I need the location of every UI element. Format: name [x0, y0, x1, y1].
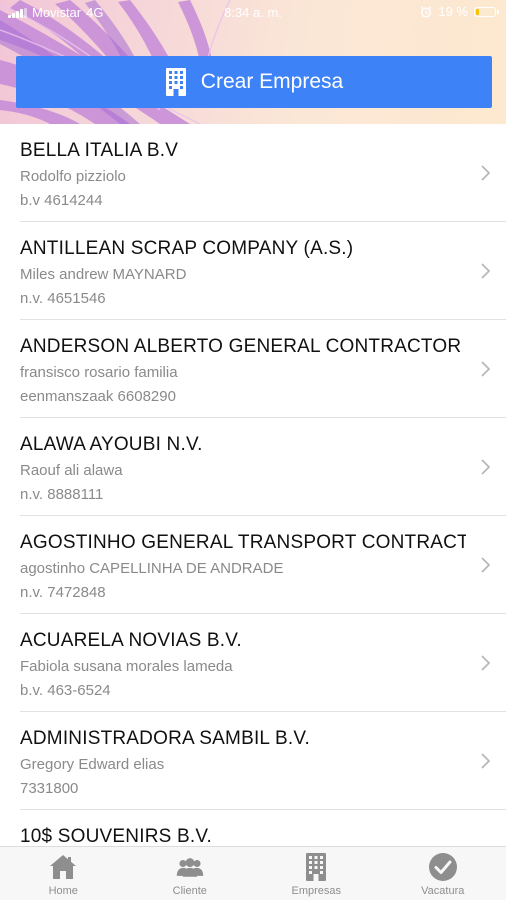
chevron-right-icon: [481, 557, 490, 573]
building-icon: [165, 68, 186, 96]
company-name: ALAWA AYOUBI N.V.: [20, 434, 203, 455]
company-registration: eenmanszaak 6608290: [20, 388, 176, 405]
clients-icon: [175, 852, 205, 882]
company-contact: Rodolfo pizziolo: [20, 168, 126, 185]
tab-empresas-label: Empresas: [291, 885, 342, 897]
status-right: 19 %: [420, 4, 499, 19]
chevron-right-icon: [481, 361, 490, 377]
company-registration: b.v. 463-6524: [20, 682, 111, 699]
header: Movistar 4G 8:34 a. m. 19 % Crear Empres…: [0, 0, 506, 124]
checkmark-circle-icon: [428, 852, 458, 882]
company-contact: Fabiola susana morales lameda: [20, 658, 233, 675]
company-list-item[interactable]: AGOSTINHO GENERAL TRANSPORT CONTRACTOR ag…: [20, 516, 506, 614]
tab-home[interactable]: Home: [0, 847, 127, 900]
battery-percent: 19 %: [438, 4, 468, 19]
company-registration: b.v 4614244: [20, 192, 103, 209]
company-contact: Miles andrew MAYNARD: [20, 266, 187, 283]
battery-level-fill: [476, 8, 479, 15]
create-company-button[interactable]: Crear Empresa: [16, 56, 492, 108]
company-registration: n.v. 4651546: [20, 290, 106, 307]
company-name: ACUARELA NOVIAS B.V.: [20, 630, 242, 651]
company-list[interactable]: BELLA ITALIA B.V Rodolfo pizziolo b.v 4614…: [0, 124, 506, 846]
screen: Movistar 4G 8:34 a. m. 19 % Crear Empres…: [0, 0, 506, 900]
tab-empresas[interactable]: Empresas: [253, 847, 380, 900]
chevron-right-icon: [481, 753, 490, 769]
company-contact: Raouf ali alawa: [20, 462, 123, 479]
battery-icon: [474, 6, 499, 17]
company-list-item[interactable]: ANDERSON ALBERTO GENERAL CONTRACTOR frans…: [20, 320, 506, 418]
company-registration: n.v. 8888111: [20, 486, 104, 503]
company-contact: agostinho CAPELLINHA DE ANDRADE: [20, 560, 284, 577]
company-list-item[interactable]: ADMINISTRADORA SAMBIL B.V. Gregory Edward…: [20, 712, 506, 810]
alarm-icon: [420, 5, 432, 18]
company-name: 10$ SOUVENIRS B.V.: [20, 826, 212, 846]
tab-vacatura-label: Vacatura: [421, 885, 465, 897]
company-list-item[interactable]: ANTILLEAN SCRAP COMPANY (A.S.) Miles andr…: [20, 222, 506, 320]
company-name: AGOSTINHO GENERAL TRANSPORT CONTRACTOR: [20, 532, 466, 553]
company-list-item[interactable]: 10$ SOUVENIRS B.V.: [20, 810, 506, 846]
chevron-right-icon: [481, 655, 490, 671]
company-contact: Gregory Edward elias: [20, 756, 165, 773]
company-list-item[interactable]: BELLA ITALIA B.V Rodolfo pizziolo b.v 4614…: [20, 124, 506, 222]
company-registration: n.v. 7472848: [20, 584, 106, 601]
chevron-right-icon: [481, 165, 490, 181]
company-name: ANTILLEAN SCRAP COMPANY (A.S.): [20, 238, 354, 259]
create-company-label: Crear Empresa: [200, 70, 344, 93]
company-name: BELLA ITALIA B.V: [20, 140, 179, 161]
company-contact: fransisco rosario familia: [20, 364, 178, 381]
home-icon: [48, 852, 78, 882]
tab-bar: Home Cliente Empresas Vacatura: [0, 846, 506, 900]
tab-cliente-label: Cliente: [172, 885, 207, 897]
status-bar: Movistar 4G 8:34 a. m. 19 %: [0, 0, 506, 26]
company-list-item[interactable]: ACUARELA NOVIAS B.V. Fabiola susana moral…: [20, 614, 506, 712]
tab-cliente[interactable]: Cliente: [127, 847, 254, 900]
company-list-item[interactable]: ALAWA AYOUBI N.V. Raouf ali alawa n.v. 888…: [20, 418, 506, 516]
chevron-right-icon: [481, 263, 490, 279]
company-name: ADMINISTRADORA SAMBIL B.V.: [20, 728, 310, 749]
company-name: ANDERSON ALBERTO GENERAL CONTRACTOR: [20, 336, 462, 357]
tab-home-label: Home: [48, 885, 78, 897]
company-registration: 7331800: [20, 780, 79, 797]
chevron-right-icon: [481, 459, 490, 475]
tab-vacatura[interactable]: Vacatura: [380, 847, 506, 900]
building-icon: [301, 852, 331, 882]
